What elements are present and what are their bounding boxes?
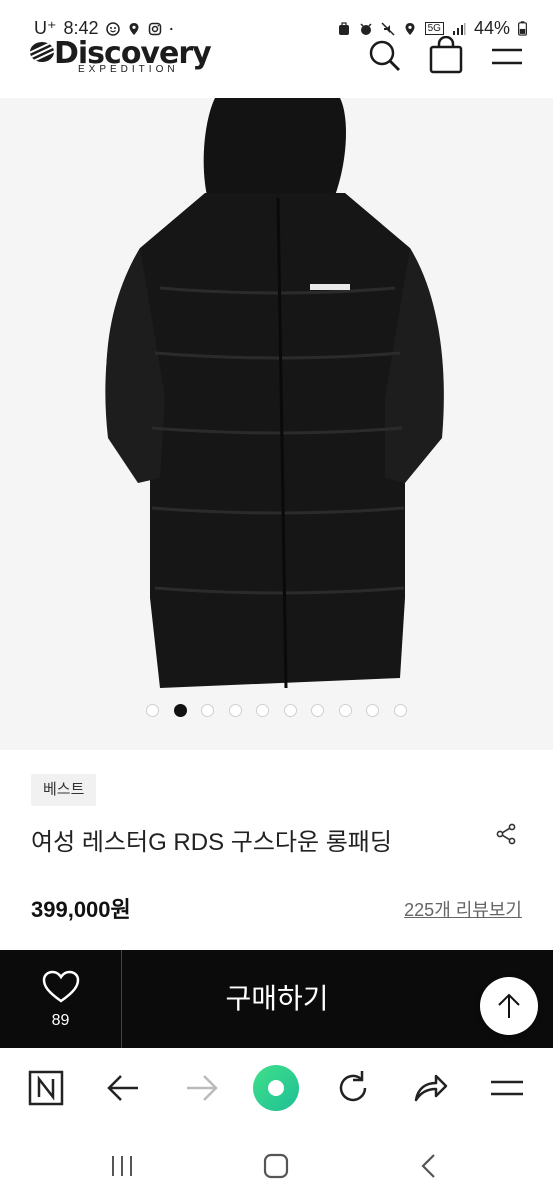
like-button[interactable]: 89 xyxy=(0,950,122,1048)
shopping-bag-icon[interactable] xyxy=(426,36,466,76)
gallery-pagination xyxy=(0,702,553,722)
home-green-icon[interactable] xyxy=(252,1064,300,1112)
product-title: 여성 레스터G RDS 구스다운 롱패딩 xyxy=(31,829,392,856)
product-image-gallery[interactable] xyxy=(0,98,553,750)
gallery-dot[interactable] xyxy=(228,704,242,717)
naver-n-icon[interactable] xyxy=(24,1066,68,1110)
mute-icon xyxy=(381,21,395,36)
gallery-dot[interactable] xyxy=(283,704,297,717)
back-icon[interactable] xyxy=(412,1148,448,1184)
gallery-dot[interactable] xyxy=(338,704,352,717)
search-icon[interactable] xyxy=(364,36,404,76)
more-dot-icon xyxy=(169,27,172,30)
location-icon xyxy=(405,22,415,35)
briefcase-icon xyxy=(338,21,349,35)
recent-apps-icon[interactable] xyxy=(104,1148,140,1184)
back-arrow-icon[interactable] xyxy=(102,1066,146,1110)
hamburger-menu-icon[interactable] xyxy=(485,1066,529,1110)
home-icon[interactable] xyxy=(258,1148,294,1184)
share-arrow-icon[interactable] xyxy=(408,1066,452,1110)
share-icon[interactable] xyxy=(494,822,518,846)
product-image xyxy=(105,98,444,689)
buy-button[interactable]: 구매하기 xyxy=(122,950,432,1048)
location-icon xyxy=(129,22,139,35)
globe-logo-icon xyxy=(30,42,54,62)
buy-bar: 89 구매하기 xyxy=(0,950,553,1048)
signal-icon xyxy=(452,22,466,35)
brand-logo[interactable]: Discovery EXPEDITION xyxy=(30,36,212,76)
instagram-icon xyxy=(148,22,161,35)
gallery-dot[interactable] xyxy=(146,704,159,717)
gallery-dot[interactable] xyxy=(201,704,214,717)
like-count: 89 xyxy=(51,1012,70,1029)
smile-icon xyxy=(105,21,120,36)
product-price: 399,000원 xyxy=(31,897,131,922)
logo-subtitle: EXPEDITION xyxy=(78,64,179,75)
gallery-dot[interactable] xyxy=(311,704,324,717)
gallery-dot[interactable] xyxy=(393,704,407,717)
arrow-up-icon xyxy=(498,993,520,1018)
browser-toolbar xyxy=(0,1048,553,1130)
refresh-icon[interactable] xyxy=(331,1066,375,1110)
network-badge: 5G xyxy=(424,22,444,35)
heart-icon xyxy=(42,970,80,1003)
gallery-dot[interactable] xyxy=(256,704,269,717)
scroll-to-top-button[interactable] xyxy=(480,977,538,1035)
gallery-dot[interactable] xyxy=(173,704,187,717)
forward-arrow-icon[interactable] xyxy=(179,1066,223,1110)
alarm-icon xyxy=(360,22,372,35)
battery-icon xyxy=(518,21,527,36)
best-badge: 베스트 xyxy=(31,774,97,806)
reviews-link[interactable]: 225개 리뷰보기 xyxy=(404,896,522,922)
system-nav-bar xyxy=(0,1130,553,1200)
down-jacket-illustration xyxy=(105,98,444,689)
gallery-dot[interactable] xyxy=(366,704,379,717)
menu-icon[interactable] xyxy=(487,36,527,76)
